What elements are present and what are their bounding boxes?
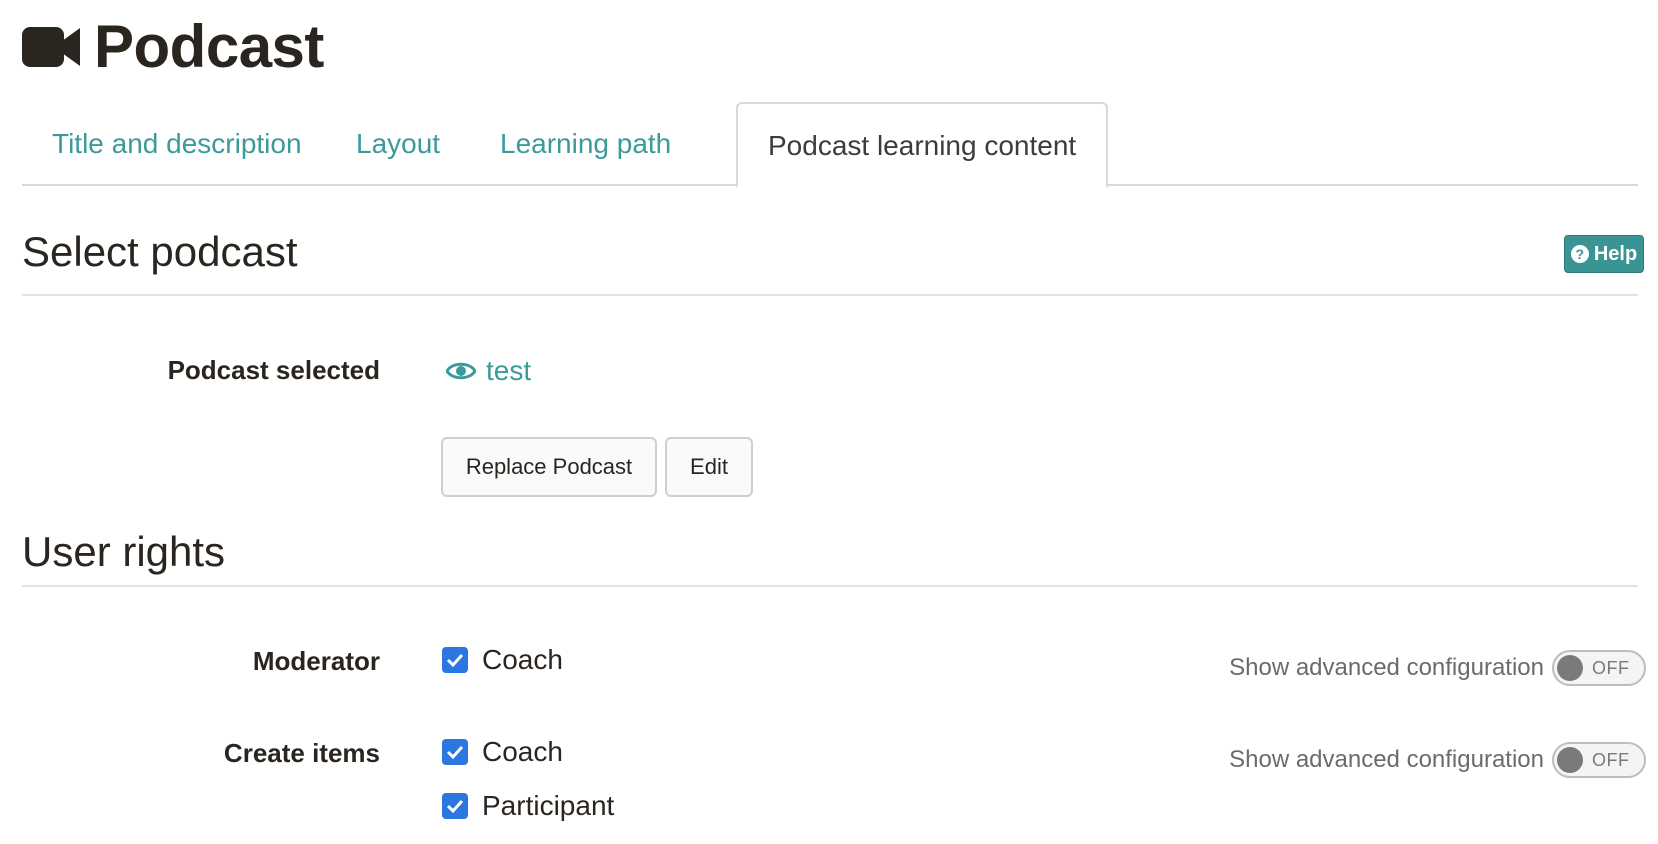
create-items-participant-option: Participant	[442, 790, 614, 822]
create-items-advanced-toggle[interactable]: OFF	[1552, 742, 1646, 778]
advanced-config-label: Show advanced configuration	[1229, 746, 1544, 773]
podcast-selected-label: Podcast selected	[167, 355, 380, 385]
advanced-config-label: Show advanced configuration	[1229, 654, 1544, 681]
tab-learning-path[interactable]: Learning path	[500, 102, 671, 186]
toggle-state: OFF	[1592, 750, 1630, 770]
help-button-label: Help	[1593, 242, 1638, 265]
create-items-advanced-config: Show advanced configuration OFF	[1229, 742, 1646, 778]
page-header: Podcast	[22, 12, 324, 81]
checkbox-label: Coach	[482, 644, 563, 675]
replace-podcast-button[interactable]: Replace Podcast	[441, 437, 657, 497]
create-items-coach-option: Coach	[442, 736, 563, 768]
video-camera-icon	[22, 24, 82, 70]
checkmark-icon	[446, 799, 464, 814]
select-podcast-heading: Select podcast	[22, 228, 298, 275]
checkmark-icon	[446, 745, 464, 760]
section-divider	[22, 585, 1638, 587]
toggle-state: OFF	[1592, 658, 1630, 678]
checkbox-label: Participant	[482, 790, 615, 821]
create-items-label: Create items	[223, 738, 380, 768]
edit-button[interactable]: Edit	[665, 437, 753, 497]
page-title: Podcast	[94, 13, 324, 80]
eye-icon	[445, 360, 477, 382]
tab-title-and-description[interactable]: Title and description	[52, 102, 302, 186]
tab-layout[interactable]: Layout	[356, 102, 440, 186]
question-circle-icon: ?	[1570, 245, 1589, 263]
help-button[interactable]: ? Help	[1564, 235, 1644, 273]
section-divider	[22, 294, 1638, 296]
toggle-knob	[1557, 747, 1583, 773]
tab-podcast-learning-content[interactable]: Podcast learning content	[736, 102, 1109, 188]
podcast-name: test	[486, 355, 532, 386]
moderator-advanced-toggle[interactable]: OFF	[1552, 650, 1646, 686]
podcast-config-page: Podcast Title and description Layout Lea…	[0, 0, 1658, 844]
moderator-label: Moderator	[252, 646, 380, 676]
toggle-knob	[1557, 655, 1583, 681]
checkmark-icon	[446, 653, 464, 668]
create-items-participant-checkbox[interactable]	[442, 793, 468, 819]
moderator-advanced-config: Show advanced configuration OFF	[1229, 650, 1646, 686]
moderator-coach-option: Coach	[442, 644, 563, 676]
checkbox-label: Coach	[482, 736, 563, 767]
tab-bar: Title and description Layout Learning pa…	[22, 102, 1638, 188]
podcast-preview-link[interactable]: test	[445, 355, 532, 387]
create-items-coach-checkbox[interactable]	[442, 739, 468, 765]
user-rights-heading: User rights	[22, 528, 226, 575]
moderator-coach-checkbox[interactable]	[442, 647, 468, 673]
